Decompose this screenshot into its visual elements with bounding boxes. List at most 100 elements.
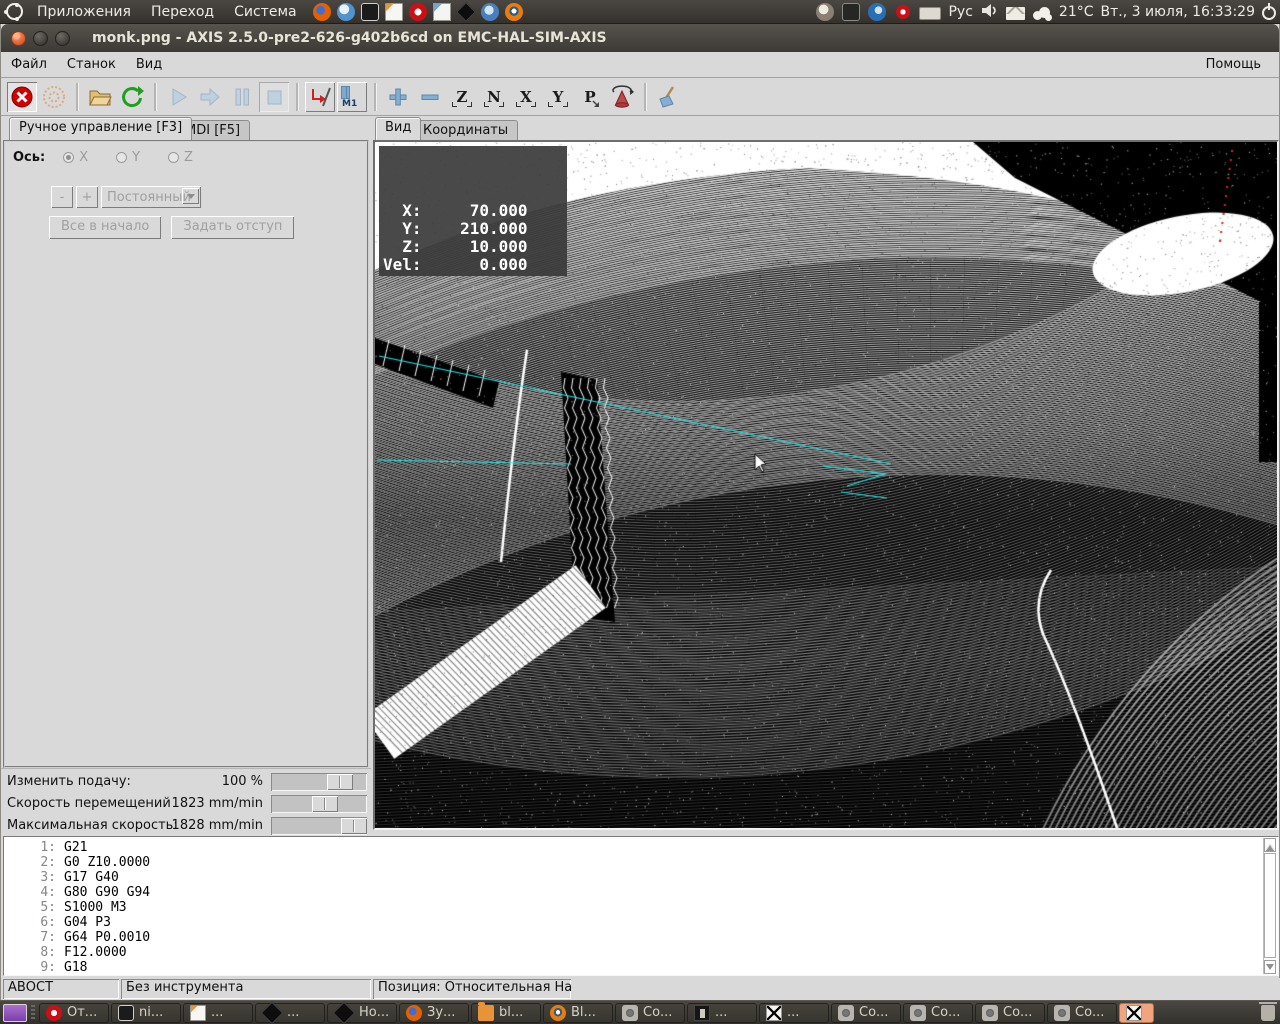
clear-plot-button[interactable] xyxy=(653,82,683,112)
mail-icon[interactable] xyxy=(1006,7,1025,20)
feed-override-slider[interactable] xyxy=(271,773,367,791)
menu-file[interactable]: Файл xyxy=(1,54,57,75)
jog-speed-combo[interactable]: Постоянный xyxy=(101,186,201,208)
temperature-indicator[interactable]: 21°C xyxy=(1059,4,1094,20)
blender-icon[interactable] xyxy=(505,3,523,21)
gcode-line[interactable]: 9:G18 xyxy=(4,960,1278,975)
notes-icon[interactable] xyxy=(433,3,451,21)
task-button[interactable]: Bl... xyxy=(543,1003,613,1023)
task-button[interactable]: Со... xyxy=(615,1003,685,1023)
task-button[interactable]: От... xyxy=(39,1003,109,1023)
gcode-line[interactable]: 4:G80 G90 G94 xyxy=(4,885,1278,900)
task-button[interactable]: Зу... xyxy=(399,1003,469,1023)
stop-button[interactable] xyxy=(259,82,289,112)
estop-button[interactable] xyxy=(7,82,37,112)
gimp-icon[interactable] xyxy=(816,3,834,21)
optional-stop-toggle[interactable]: M1 xyxy=(337,82,367,112)
view-x-button[interactable]: X xyxy=(511,82,541,112)
gcode-line[interactable]: 2:G0 Z10.0000 xyxy=(4,855,1278,870)
tab-preview[interactable]: Вид xyxy=(375,117,421,140)
task-button[interactable] xyxy=(1119,1003,1154,1023)
menu-applications[interactable]: Приложения xyxy=(29,2,139,22)
task-button[interactable]: bl... xyxy=(471,1003,541,1023)
jog-speed-slider[interactable] xyxy=(271,795,367,813)
task-button[interactable]: ... xyxy=(183,1003,253,1023)
gcode-scrollbar[interactable] xyxy=(1263,838,1276,974)
scrollbar-thumb[interactable] xyxy=(1264,853,1276,958)
task-button[interactable]: Но... xyxy=(327,1003,397,1023)
gcode-line[interactable]: 8:F12.0000 xyxy=(4,945,1278,960)
web-browser-icon[interactable] xyxy=(337,3,355,21)
rotate-view-button[interactable] xyxy=(607,82,637,112)
maximize-button[interactable] xyxy=(55,31,70,46)
axis-radio-y[interactable]: Y xyxy=(116,150,140,165)
opera-icon[interactable] xyxy=(409,3,427,21)
terminal-icon[interactable] xyxy=(361,3,379,21)
slider-handle[interactable] xyxy=(312,796,338,812)
task-button[interactable]: ... xyxy=(759,1003,829,1023)
menu-system[interactable]: Система xyxy=(226,2,304,22)
applet-drag-handle[interactable] xyxy=(31,1005,35,1021)
combo-arrow-icon[interactable] xyxy=(182,188,199,204)
opera-mini-icon[interactable] xyxy=(896,5,910,19)
touch-off-button[interactable]: Задать отступ xyxy=(171,216,294,239)
trash-icon[interactable] xyxy=(1261,1005,1275,1021)
tab-dro[interactable]: Координаты xyxy=(413,120,518,140)
gcode-line[interactable]: 3:G17 G40 xyxy=(4,870,1278,885)
slider-handle[interactable] xyxy=(327,774,353,790)
run-button[interactable] xyxy=(163,82,193,112)
menu-help[interactable]: Помощь xyxy=(1196,54,1271,75)
task-button[interactable]: Со... xyxy=(831,1003,901,1023)
text-editor-icon[interactable] xyxy=(385,3,403,21)
task-button[interactable]: Со... xyxy=(975,1003,1045,1023)
task-button[interactable]: Со... xyxy=(903,1003,973,1023)
gcode-line[interactable]: 1:G21 xyxy=(4,840,1278,855)
reload-button[interactable] xyxy=(117,82,147,112)
keyboard-layout-indicator[interactable]: Рус xyxy=(948,4,972,20)
menu-places[interactable]: Переход xyxy=(143,2,222,22)
gcode-line[interactable]: 5:S1000 M3 xyxy=(4,900,1278,915)
task-button[interactable]: ... xyxy=(255,1003,325,1023)
scroll-up-button[interactable] xyxy=(1264,838,1276,852)
jog-minus-button[interactable]: - xyxy=(51,186,73,208)
menu-machine[interactable]: Станок xyxy=(57,54,126,75)
tab-manual-control[interactable]: Ручное управление [F3] xyxy=(9,117,192,140)
terminal2-icon[interactable] xyxy=(842,3,860,21)
clock[interactable]: Вт., 3 июля, 16:33:29 xyxy=(1101,4,1256,20)
thunderbird-icon[interactable] xyxy=(868,3,886,21)
axis-radio-z[interactable]: Z xyxy=(168,150,193,165)
jog-plus-button[interactable]: + xyxy=(76,186,98,208)
close-button[interactable] xyxy=(11,31,26,46)
run-from-line-button[interactable] xyxy=(195,82,225,112)
view-z2-button[interactable]: N xyxy=(479,82,509,112)
weather-icon[interactable] xyxy=(1032,7,1052,21)
zoom-out-button[interactable] xyxy=(415,82,445,112)
zoom-in-button[interactable] xyxy=(383,82,413,112)
volume-icon[interactable] xyxy=(980,2,999,23)
view-z-button[interactable]: Z xyxy=(447,82,477,112)
view-perspective-button[interactable]: P xyxy=(575,82,605,112)
max-velocity-slider[interactable] xyxy=(271,817,367,835)
gcode-line[interactable]: 6:G04 P3 xyxy=(4,915,1278,930)
gcode-line[interactable]: 7:G64 P0.0010 xyxy=(4,930,1278,945)
open-file-button[interactable] xyxy=(85,82,115,112)
axis-radio-x[interactable]: X xyxy=(63,150,88,165)
chromium-icon[interactable] xyxy=(481,3,499,21)
minimize-button[interactable] xyxy=(33,31,48,46)
task-button[interactable]: ni... xyxy=(111,1003,181,1023)
inkscape-icon[interactable] xyxy=(456,2,476,22)
pause-button[interactable] xyxy=(227,82,257,112)
task-button[interactable]: ... xyxy=(687,1003,757,1023)
keyboard-icon[interactable] xyxy=(919,7,941,20)
titlebar[interactable]: monk.png - AXIS 2.5.0-pre2-626-g402b6cd … xyxy=(1,24,1279,52)
firefox-icon[interactable] xyxy=(313,3,331,21)
skip-lines-toggle[interactable] xyxy=(305,82,335,112)
window-list-icon[interactable] xyxy=(3,1004,27,1022)
view-y-button[interactable]: Y xyxy=(543,82,573,112)
power-icon[interactable] xyxy=(1262,6,1276,20)
distro-logo-icon[interactable] xyxy=(6,3,23,20)
scroll-down-button[interactable] xyxy=(1264,960,1276,974)
slider-handle[interactable] xyxy=(341,818,367,834)
machine-power-button[interactable] xyxy=(39,82,69,112)
gcode-listing[interactable]: 1:G21 2:G0 Z10.0000 3:G17 G40 4:G80 G90 … xyxy=(3,836,1279,976)
